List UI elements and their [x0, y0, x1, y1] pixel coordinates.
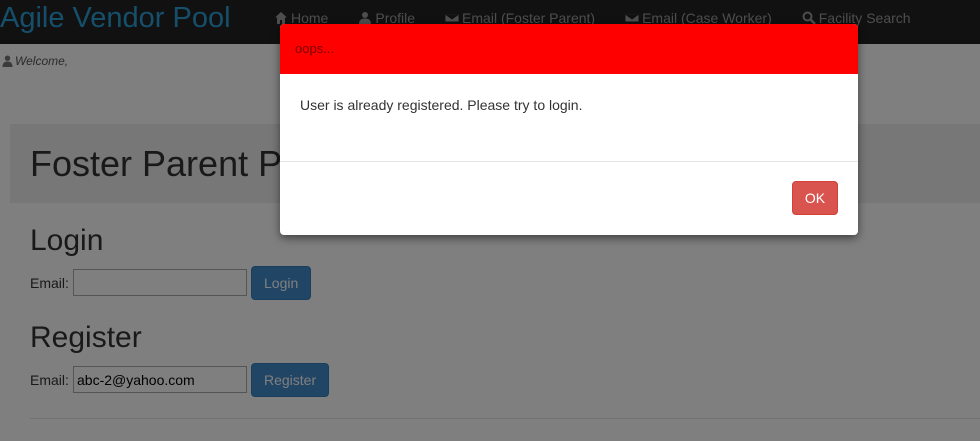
error-dialog: oops... User is already registered. Plea…	[280, 24, 858, 235]
modal-header: oops...	[280, 24, 858, 74]
modal-title: oops...	[295, 41, 335, 56]
modal-footer: OK	[280, 161, 858, 235]
modal-message: User is already registered. Please try t…	[300, 97, 583, 113]
ok-button[interactable]: OK	[792, 181, 838, 215]
